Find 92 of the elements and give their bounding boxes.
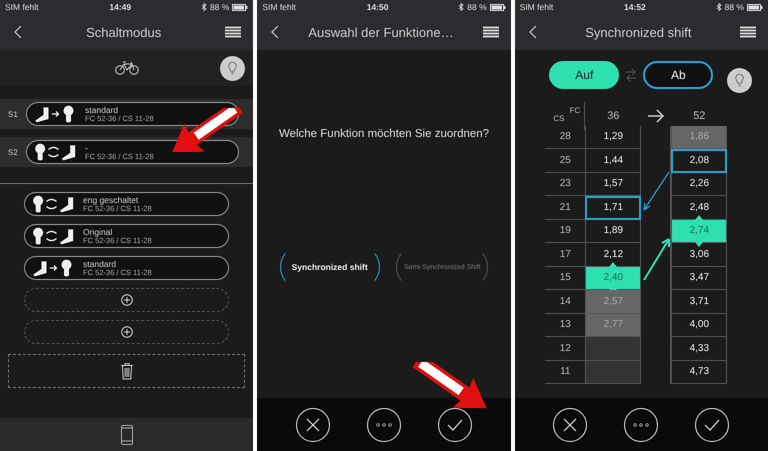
ratio-cell: 3,06	[671, 243, 728, 266]
ratio-cell: 2,08	[671, 149, 728, 172]
battery-percent: 88 %	[210, 2, 230, 12]
ratio-cell: 3,71	[671, 290, 728, 314]
direction-toggle[interactable]: Ab	[643, 61, 714, 89]
bluetooth-icon	[716, 3, 722, 11]
function-option[interactable]: Synchronized shift	[280, 248, 380, 286]
hint-button[interactable]	[726, 68, 752, 93]
mode-name: -	[85, 144, 89, 153]
swap-arrows-icon	[625, 67, 638, 83]
shift-mode-icon	[35, 142, 77, 162]
more-icon	[633, 422, 650, 426]
plus-icon	[120, 326, 133, 338]
shift-arrow	[643, 238, 670, 281]
mode-name: standard	[85, 106, 120, 115]
carrier-text: SIM fehlt	[262, 2, 296, 12]
shift-arrow	[644, 172, 670, 211]
ratio-cell: 1,71	[585, 196, 642, 220]
bicycle-icon	[114, 61, 139, 75]
screen-title: Schaltmodus	[86, 24, 162, 40]
battery-percent: 88 %	[724, 2, 744, 12]
ratio-cell: 1,29	[585, 126, 642, 149]
phone-icon[interactable]	[120, 424, 133, 444]
column-header: 36	[606, 109, 620, 124]
cog-size-cell: 21	[545, 196, 586, 220]
cog-size-cell: 25	[545, 149, 586, 172]
back-icon[interactable]	[528, 25, 537, 39]
back-icon[interactable]	[14, 25, 22, 39]
ratio-cell: 1,86	[671, 126, 728, 149]
plus-icon	[120, 294, 133, 306]
question-text: Welche Funktion möchten Sie zuordnen?	[278, 128, 490, 140]
more-button[interactable]	[624, 408, 658, 442]
hint-button[interactable]	[220, 56, 246, 81]
ratio-cell: 2,77	[585, 314, 642, 337]
clock-text: 14:52	[624, 2, 646, 12]
more-button[interactable]	[366, 408, 401, 442]
cog-size-cell: 28	[545, 126, 586, 149]
right-arrow-icon	[647, 109, 666, 123]
ratio-cell: 2,26	[671, 172, 728, 196]
close-icon	[304, 416, 321, 432]
delete-drop-zone[interactable]	[8, 354, 246, 388]
checkmark-icon	[704, 418, 720, 430]
ratio-cell: 2,57	[585, 290, 642, 314]
screen-title: Synchronized shift	[585, 24, 692, 40]
cog-size-cell: 23	[545, 172, 586, 196]
carrier-text: SIM fehlt	[520, 2, 554, 12]
mode-name: Original	[83, 228, 114, 237]
screen-title: Auswahl der Funktione…	[308, 24, 454, 40]
ratio-cell: 1,57	[585, 172, 642, 196]
checkmark-icon	[447, 418, 464, 430]
bluetooth-icon	[202, 3, 207, 11]
clock-text: 14:50	[366, 2, 388, 12]
shift-mode-icon	[33, 194, 75, 214]
menu-icon[interactable]	[225, 26, 242, 38]
cs-label: CS	[553, 114, 564, 123]
more-icon	[376, 422, 392, 426]
back-icon[interactable]	[271, 25, 280, 39]
ratio-cell: 4,00	[671, 314, 728, 337]
marker-triangle	[695, 214, 704, 220]
carrier-text: SIM fehlt	[5, 2, 39, 12]
lightbulb-icon	[228, 62, 238, 75]
slot-label: S1	[8, 110, 19, 118]
cancel-button[interactable]	[553, 408, 588, 442]
menu-icon[interactable]	[482, 26, 499, 38]
marker-triangle	[695, 242, 704, 247]
battery-percent: 88 %	[467, 2, 487, 12]
close-icon	[562, 416, 578, 432]
fc-label: FC	[570, 106, 580, 115]
shift-mode-icon	[33, 226, 75, 246]
direction-toggle[interactable]: Auf	[549, 61, 620, 89]
slot-label: S2	[8, 148, 19, 156]
ratio-cell: 3,47	[671, 266, 728, 290]
ratio-cell: 4,73	[671, 360, 728, 384]
column-header: 52	[692, 109, 706, 124]
battery-icon	[490, 4, 506, 10]
cancel-button[interactable]	[296, 408, 330, 442]
ratio-cell: 1,44	[585, 149, 642, 172]
cog-size-cell: 19	[545, 220, 586, 243]
confirm-button[interactable]	[695, 408, 730, 442]
mode-name: standard	[83, 260, 118, 269]
ratio-cell: 1,89	[585, 220, 642, 243]
menu-icon[interactable]	[740, 26, 756, 38]
ratio-cell: 4,33	[671, 337, 728, 360]
mode-name: eng geschaltet	[83, 196, 140, 205]
trash-icon	[120, 362, 133, 380]
lightbulb-icon	[734, 74, 744, 87]
battery-icon	[232, 4, 248, 10]
marker-triangle	[609, 262, 618, 266]
battery-icon	[746, 4, 763, 10]
cog-size-cell: 17	[545, 243, 586, 266]
clock-text: 14:49	[109, 2, 132, 12]
bluetooth-icon	[459, 3, 464, 11]
